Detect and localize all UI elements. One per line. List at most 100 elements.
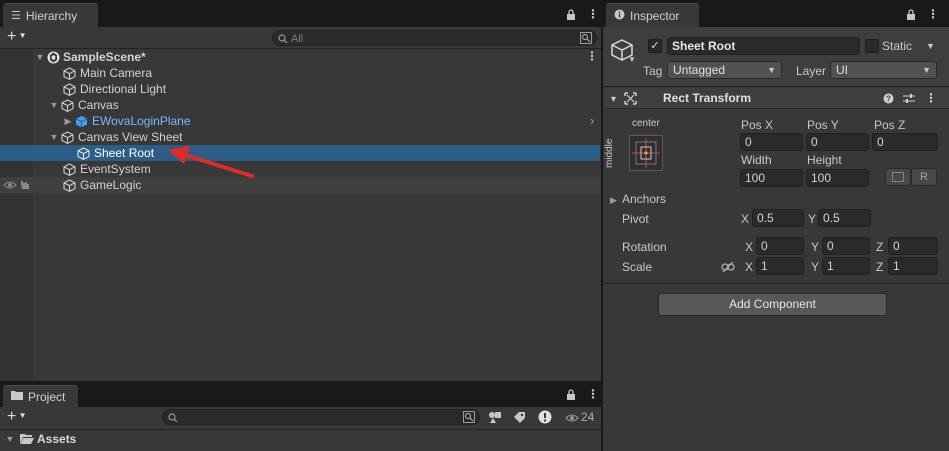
project-panel: Project ⋮ + ▼ 24 ▼ Assets xyxy=(0,383,601,451)
width-label[interactable]: Width xyxy=(741,153,772,167)
scale-z-field[interactable]: 1 xyxy=(888,257,938,275)
prefab-open-chevron-icon[interactable]: › xyxy=(590,113,594,128)
layer-dropdown-value: UI xyxy=(836,63,848,77)
warning-filter-icon[interactable] xyxy=(538,410,552,427)
expand-triangle-icon[interactable]: ▼ xyxy=(35,52,45,62)
hierarchy-item-label: Main Camera xyxy=(80,66,153,80)
pos-y-value: 0 xyxy=(811,135,818,149)
scale-y-field[interactable]: 1 xyxy=(822,257,870,275)
scale-label: Scale xyxy=(622,260,653,274)
hidden-count: 24 xyxy=(581,410,595,424)
tab-project[interactable]: Project xyxy=(3,385,78,407)
add-button[interactable]: + ▼ xyxy=(7,28,26,46)
hierarchy-row-event-system[interactable]: EventSystem xyxy=(0,161,600,177)
layer-dropdown[interactable]: UI ▼ xyxy=(830,61,937,79)
collapsed-triangle-icon[interactable]: ▶ xyxy=(63,116,73,127)
tab-inspector[interactable]: Inspector xyxy=(606,3,699,28)
rotation-y-field[interactable]: 0 xyxy=(822,237,870,255)
hierarchy-panel: ☰ Hierarchy ⋮ + ▼ All ▼ SampleScene* ⋮ M… xyxy=(0,0,601,381)
hierarchy-row-prefab[interactable]: ▶ EWovaLoginPlane › xyxy=(0,113,600,129)
scale-y-label[interactable]: Y xyxy=(811,260,819,274)
pos-z-label[interactable]: Pos Z xyxy=(874,118,905,132)
expand-triangle-icon[interactable]: ▼ xyxy=(609,94,618,104)
blueprint-mode-button[interactable] xyxy=(885,168,911,186)
height-label[interactable]: Height xyxy=(807,153,842,167)
pos-z-field[interactable]: 0 xyxy=(872,133,938,151)
tag-dropdown[interactable]: Untagged ▼ xyxy=(667,61,782,79)
tab-inspector-label: Inspector xyxy=(630,9,680,23)
more-options-icon[interactable]: ⋮ xyxy=(587,7,599,21)
hierarchy-search-input[interactable]: All xyxy=(272,30,597,46)
scale-x-field[interactable]: 1 xyxy=(756,257,804,275)
height-field[interactable]: 100 xyxy=(806,169,869,187)
static-checkbox[interactable] xyxy=(865,39,879,53)
assets-row[interactable]: ▼ Assets xyxy=(0,431,601,447)
add-button[interactable]: + ▼ xyxy=(7,408,26,426)
hierarchy-row-canvas[interactable]: ▼ Canvas xyxy=(0,97,600,113)
constrain-proportions-link-icon[interactable] xyxy=(721,261,735,276)
width-field[interactable]: 100 xyxy=(740,169,803,187)
expand-triangle-icon[interactable]: ▼ xyxy=(49,132,59,142)
pivot-y-field[interactable]: 0.5 xyxy=(818,209,871,227)
scale-x-label[interactable]: X xyxy=(745,260,753,274)
panel-vertical-divider xyxy=(601,0,603,451)
help-icon[interactable]: ? xyxy=(883,93,894,107)
object-name-field[interactable]: Sheet Root xyxy=(667,37,860,55)
lock-icon[interactable] xyxy=(566,389,576,403)
lock-icon[interactable] xyxy=(566,9,576,23)
icon-dropdown-caret-icon[interactable]: ▼ xyxy=(628,55,636,64)
more-options-icon[interactable]: ⋮ xyxy=(587,387,599,401)
anchors-foldout-triangle-icon[interactable]: ▶ xyxy=(610,195,617,206)
rotation-y-label[interactable]: Y xyxy=(811,240,819,254)
visibility-eye-icon[interactable] xyxy=(3,179,17,193)
hierarchy-row-game-logic[interactable]: GameLogic xyxy=(0,177,600,193)
hierarchy-row-directional-light[interactable]: Directional Light xyxy=(0,81,600,97)
search-expand-icon[interactable] xyxy=(463,411,475,424)
rotation-z-field[interactable]: 0 xyxy=(888,237,938,255)
pivot-x-label[interactable]: X xyxy=(741,212,749,226)
add-component-button[interactable]: Add Component xyxy=(658,293,887,316)
tab-hierarchy[interactable]: ☰ Hierarchy xyxy=(3,3,98,28)
list-icon: ☰ xyxy=(11,10,21,22)
hierarchy-row-main-camera[interactable]: Main Camera xyxy=(0,65,600,81)
pivot-x-field[interactable]: 0.5 xyxy=(752,209,804,227)
presets-sliders-icon[interactable] xyxy=(903,93,915,107)
pos-y-label[interactable]: Pos Y xyxy=(807,118,839,132)
rotation-z-label[interactable]: Z xyxy=(876,240,883,254)
search-icon xyxy=(278,33,288,45)
width-value: 100 xyxy=(745,171,766,185)
hierarchy-row-sheet-root-selected[interactable]: Sheet Root xyxy=(0,145,600,161)
hierarchy-row-scene[interactable]: ▼ SampleScene* ⋮ xyxy=(0,49,600,65)
scale-z-label[interactable]: Z xyxy=(876,260,883,274)
pos-x-field[interactable]: 0 xyxy=(740,133,803,151)
static-dropdown-caret-icon[interactable]: ▼ xyxy=(926,41,935,51)
pivot-y-label[interactable]: Y xyxy=(808,212,816,226)
active-checkbox[interactable]: ✓ xyxy=(648,39,662,53)
pos-y-field[interactable]: 0 xyxy=(806,133,869,151)
rotation-label: Rotation xyxy=(622,240,667,254)
project-search-input[interactable] xyxy=(162,409,480,425)
lock-icon[interactable] xyxy=(906,9,916,23)
rect-transform-header[interactable] xyxy=(603,88,949,109)
anchor-horizontal-label: center xyxy=(632,118,660,129)
raw-edit-mode-button[interactable]: R xyxy=(911,168,937,186)
hierarchy-row-canvas-view-sheet[interactable]: ▼ Canvas View Sheet xyxy=(0,129,600,145)
more-options-icon[interactable]: ⋮ xyxy=(927,7,939,21)
expand-triangle-icon[interactable]: ▼ xyxy=(49,100,59,110)
hidden-packages-eye-icon[interactable] xyxy=(565,412,579,426)
rotation-x-field[interactable]: 0 xyxy=(756,237,804,255)
pivot-x-value: 0.5 xyxy=(757,211,774,225)
scene-more-options-icon[interactable]: ⋮ xyxy=(586,49,598,63)
chevron-down-icon: ▼ xyxy=(767,65,776,75)
anchors-label[interactable]: Anchors xyxy=(622,192,666,206)
tab-project-label: Project xyxy=(28,390,66,404)
rotation-x-label[interactable]: X xyxy=(745,240,753,254)
component-more-icon[interactable]: ⋮ xyxy=(925,91,937,105)
expand-triangle-icon[interactable]: ▼ xyxy=(5,434,15,444)
filter-by-type-icon[interactable] xyxy=(488,411,502,427)
pickable-hand-icon[interactable] xyxy=(19,179,31,193)
anchor-presets-button[interactable] xyxy=(629,135,663,171)
filter-by-label-icon[interactable] xyxy=(513,411,526,427)
pos-x-label[interactable]: Pos X xyxy=(741,118,773,132)
search-expand-icon[interactable] xyxy=(580,32,592,45)
